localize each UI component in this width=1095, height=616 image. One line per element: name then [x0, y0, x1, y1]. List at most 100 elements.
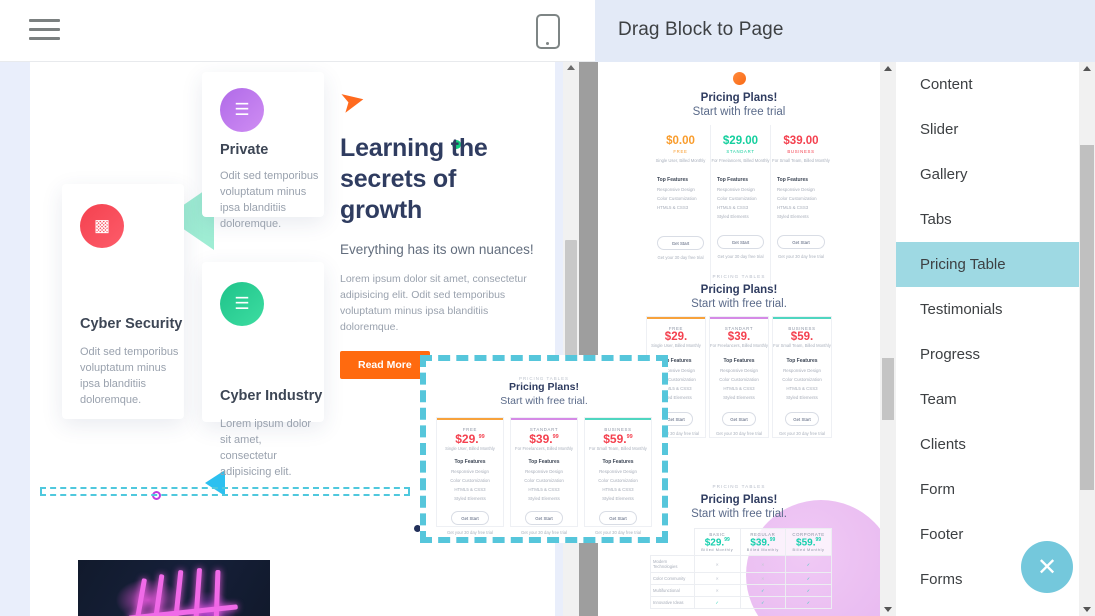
row-label: Multifunctional	[650, 584, 695, 598]
feature-item: Responsive Design	[720, 368, 758, 373]
plan-cta-button[interactable]: Get Start	[717, 235, 764, 249]
plan-price: $29.	[455, 432, 479, 446]
feature-item: Responsive Design	[777, 187, 815, 192]
table-row: Color Community ✕ ✕ ✓	[650, 572, 832, 586]
feature-item: Color Customization	[657, 196, 697, 201]
block-item-tabs[interactable]: Tabs	[896, 197, 1079, 242]
preview-plan-card[interactable]: STANDART $39. For Freelancers, Billed Mo…	[709, 316, 769, 438]
drag-panel-header: Drag Block to Page	[595, 0, 1095, 62]
plan-trial-note: Get your 30 day free trial	[520, 530, 568, 535]
block-item-slider[interactable]: Slider	[896, 107, 1079, 152]
column-price: $29.	[704, 537, 725, 549]
plan-cta-button[interactable]: Get Start	[785, 412, 819, 426]
block-category-list[interactable]: Content Slider Gallery Tabs Pricing Tabl…	[896, 62, 1079, 616]
drag-ghost-subheading: Start with free trial.	[500, 395, 588, 407]
preview-scrollbar-thumb[interactable]	[882, 358, 894, 420]
block-item-label: Footer	[920, 526, 964, 543]
canvas-scrollbar-thumb[interactable]	[565, 240, 577, 364]
drag-ghost-content: PRICING TABLES Pricing Plans! Start with…	[431, 366, 657, 535]
hamburger-menu-icon[interactable]	[29, 19, 60, 43]
scroll-up-icon[interactable]	[567, 65, 575, 70]
scroll-up-icon[interactable]	[884, 66, 892, 71]
feature-item: Styled Elements	[454, 496, 486, 501]
feature-item: HTML5 & CSS3	[528, 487, 560, 492]
block-item-label: Tabs	[920, 211, 952, 228]
blocklist-scrollbar-thumb[interactable]	[1080, 145, 1094, 490]
plan-cta-button[interactable]: Get Start	[657, 236, 704, 250]
preview-scrollbar[interactable]	[880, 62, 896, 616]
table-row: Modern Technologies ✕ ✕ ✓	[650, 555, 832, 574]
plan-price: $39.	[727, 331, 751, 343]
preview-plan-card[interactable]: BUSINESS $59. For Small Team, Billed Mon…	[772, 316, 832, 438]
plan-price: $39.	[529, 432, 553, 446]
feature-item: Responsive Design	[599, 469, 637, 474]
feature-item: Styled Elements	[717, 214, 749, 219]
table-row: Multifunctional ✕ ✓ ✓	[650, 584, 832, 598]
plan-note: Single User, Billed Monthly	[651, 343, 701, 348]
plan-price: $59.	[790, 331, 814, 343]
drag-ghost-plan-card: STANDART $39.99 For Freelancers, Billed …	[510, 417, 578, 535]
features-heading: Top Features	[777, 177, 809, 183]
block-item-clients[interactable]: Clients	[896, 422, 1079, 467]
circle-badge-icon	[733, 72, 746, 85]
drag-ghost-block[interactable]: PRICING TABLES Pricing Plans! Start with…	[420, 355, 668, 543]
feature-item: HTML5 & CSS3	[454, 487, 486, 492]
plan-trial-note: Get your 30 day free trial	[446, 530, 494, 535]
plan-trial-note: Get your 30 day free trial	[717, 254, 764, 259]
plan-cta-button: Get Start	[451, 511, 489, 525]
column-note: Billed Monthly	[701, 548, 734, 553]
preview-plan-card[interactable]: $29.00 STANDART For Freelancers, Billed …	[711, 125, 771, 285]
drag-panel-title: Drag Block to Page	[618, 19, 784, 40]
block-item-form[interactable]: Form	[896, 467, 1079, 512]
features-heading: Top Features	[454, 459, 486, 465]
read-more-button[interactable]: Read More	[340, 351, 430, 379]
feature-card-cyber-security[interactable]: ▩ Cyber Security Odit sed temporibus vol…	[62, 184, 184, 419]
scroll-down-icon[interactable]	[884, 607, 892, 612]
column-cents: 99	[724, 537, 730, 543]
block-item-testimonials[interactable]: Testimonials	[896, 287, 1079, 332]
drag-ghost-plan-card: FREE $29.99 Single User, Billed Monthly …	[436, 417, 504, 535]
feature-item: Responsive Design	[451, 469, 489, 474]
block-item-gallery[interactable]: Gallery	[896, 152, 1079, 197]
plan-name: FREE	[673, 149, 688, 154]
block-item-label: Progress	[920, 346, 981, 363]
preview-plan-card[interactable]: $39.00 BUSINESS For Small Team, Billed M…	[771, 125, 831, 285]
column-note: Billed Monthly	[746, 548, 779, 553]
hero-block[interactable]: ➤ Learning the secrets of growth Everyth…	[337, 83, 540, 379]
plan-trial-note: Get your 30 day free trial	[777, 254, 825, 259]
features-heading: Top Features	[786, 358, 818, 364]
column-note: Billed Monthly	[792, 548, 825, 553]
close-panel-button[interactable]: ✕	[1021, 541, 1073, 593]
feature-card-title: Cyber Industry	[220, 388, 323, 404]
feature-item: Color Customization	[450, 478, 490, 483]
feature-card-cyber-industry[interactable]: ☰ Cyber Industry Lorem ipsum dolor sit a…	[202, 262, 324, 478]
feature-item: Responsive Design	[717, 187, 755, 192]
block-item-content[interactable]: Content	[896, 62, 1079, 107]
plan-cta-button[interactable]: Get Start	[722, 412, 756, 426]
plan-price: $39.00	[783, 135, 819, 147]
plan-cta-button[interactable]: Get Start	[777, 235, 825, 249]
feature-item: Color Customization	[719, 377, 759, 382]
blocklist-scrollbar[interactable]	[1079, 62, 1095, 616]
mobile-device-icon[interactable]	[536, 14, 560, 49]
feature-card-title: Cyber Security	[80, 316, 183, 332]
preview-plan-card[interactable]: $0.00 FREE Single User, Billed Monthly T…	[651, 125, 711, 285]
feature-card-private[interactable]: ☰ Private Odit sed temporibus voluptatum…	[202, 72, 324, 230]
feature-item: HTML5 & CSS3	[786, 386, 818, 391]
pricing-comparison-table[interactable]: BASIC $29.99 Billed Monthly REGULAR $39.…	[650, 527, 832, 610]
neon-photo	[78, 560, 270, 616]
features-heading: Top Features	[528, 459, 560, 465]
scroll-down-icon[interactable]	[1083, 607, 1091, 612]
scroll-up-icon[interactable]	[1083, 66, 1091, 71]
block-item-team[interactable]: Team	[896, 377, 1079, 422]
block-item-progress[interactable]: Progress	[896, 332, 1079, 377]
feature-item: Color Customization	[717, 196, 757, 201]
plan-note: For Small Team, Billed Monthly	[589, 446, 647, 451]
plan-note: For Small Team, Billed Monthly	[773, 343, 831, 348]
preview-eyebrow: PRICING TABLES	[712, 274, 766, 279]
feature-item: HTML5 & CSS3	[602, 487, 634, 492]
feature-item: Responsive Design	[783, 368, 821, 373]
block-item-pricing-table[interactable]: Pricing Table	[896, 242, 1079, 287]
feature-item: Color Customization	[524, 478, 564, 483]
block-item-label: Form	[920, 481, 955, 498]
